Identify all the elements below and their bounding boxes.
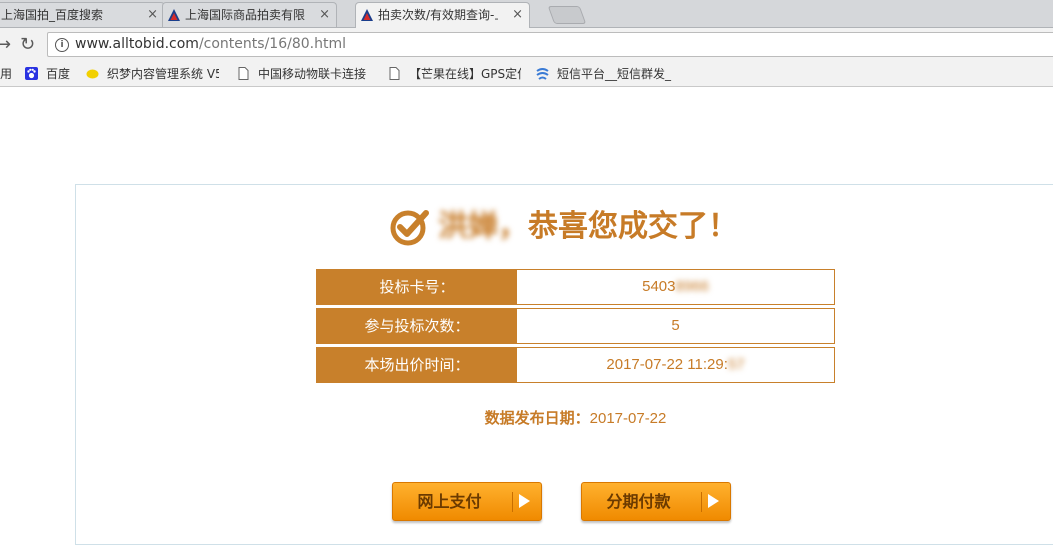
bookmark-label: 织梦内容管理系统 V5 xyxy=(107,67,219,81)
row-bid-count: 参与投标次数： 5 xyxy=(316,308,835,344)
browser-toolbar: → ↻ i www.alltobid.com/contents/16/80.ht… xyxy=(0,28,1053,62)
baidu-paw-icon xyxy=(25,67,38,80)
bookmarks-bar: 用 百度 织梦内容管理系统 V5 中国移动物联卡连接 【芒果在线】GPS定位 短… xyxy=(0,62,1053,87)
bookmark-label: 中国移动物联卡连接 xyxy=(258,67,367,81)
close-icon[interactable]: × xyxy=(512,3,523,27)
auction-logo-icon xyxy=(168,9,180,21)
page-icon xyxy=(238,67,249,80)
tab-title: 上海国拍_百度搜索 xyxy=(1,8,104,22)
row-bid-card-number: 投标卡号： 54038966 xyxy=(316,269,835,305)
divider xyxy=(701,492,702,512)
bookmark-label: 用 xyxy=(0,67,13,81)
bookmark-dedecms[interactable]: 织梦内容管理系统 V5 xyxy=(86,66,219,82)
info-icon[interactable]: i xyxy=(55,38,69,52)
url-path: /contents/16/80.html xyxy=(198,36,346,52)
row-value: 5 xyxy=(517,309,834,343)
headline-text: 洪婵，恭喜您成交了！ xyxy=(438,210,738,243)
auction-logo-icon xyxy=(361,9,373,21)
value-visible: 5 xyxy=(671,317,680,334)
button-label: 网上支付 xyxy=(417,492,482,511)
bookmark-gps[interactable]: 【芒果在线】GPS定位 xyxy=(388,66,521,82)
tab-strip: 上海国拍_百度搜索 × 上海国际商品拍卖有限公 × 拍卖次数/有效期查询-上 × xyxy=(0,0,1053,28)
row-value: 2017-07-22 11:29:57 xyxy=(517,348,834,382)
row-label: 投标卡号： xyxy=(317,270,517,304)
divider xyxy=(512,492,513,512)
page-icon xyxy=(389,67,400,80)
tab-baidu-search[interactable]: 上海国拍_百度搜索 × xyxy=(0,2,165,27)
row-label: 参与投标次数： xyxy=(317,309,517,343)
url-text: www.alltobid.com/contents/16/80.html xyxy=(75,33,346,56)
row-label: 本场出价时间： xyxy=(317,348,517,382)
lemon-icon xyxy=(86,69,99,79)
play-arrow-icon xyxy=(519,494,530,508)
bookmark-label: 短信平台__短信群发_ xyxy=(557,67,672,81)
release-value: 2017-07-22 xyxy=(589,410,667,427)
tab-title: 拍卖次数/有效期查询-上 xyxy=(378,8,498,22)
check-circle-icon xyxy=(390,210,429,246)
installment-button[interactable]: 分期付款 xyxy=(581,482,731,521)
address-bar[interactable]: i www.alltobid.com/contents/16/80.html xyxy=(47,32,1053,57)
forward-icon[interactable]: → xyxy=(0,35,11,55)
button-label: 分期付款 xyxy=(606,492,671,511)
value-visible: 5403 xyxy=(642,278,676,295)
tab-title: 上海国际商品拍卖有限公 xyxy=(185,8,305,22)
value-masked: 8966 xyxy=(675,278,709,295)
sms-logo-icon xyxy=(536,68,549,80)
bookmark-baidu[interactable]: 百度 xyxy=(25,66,70,82)
bookmark-apps[interactable]: 用 xyxy=(0,66,12,82)
reload-icon[interactable]: ↻ xyxy=(20,35,35,55)
bookmark-sms[interactable]: 短信平台__短信群发_ xyxy=(536,66,671,82)
online-pay-button[interactable]: 网上支付 xyxy=(392,482,542,521)
row-value: 54038966 xyxy=(517,270,834,304)
value-visible: 2017-07-22 11:29: xyxy=(606,356,728,373)
winner-name: 洪婵 xyxy=(438,210,498,243)
bookmark-iot-card[interactable]: 中国移动物联卡连接 xyxy=(237,66,370,82)
row-bid-time: 本场出价时间： 2017-07-22 11:29:57 xyxy=(316,347,835,383)
new-tab-button[interactable] xyxy=(547,6,587,24)
release-date: 数据发布日期：2017-07-22 xyxy=(316,406,835,431)
release-label: 数据发布日期： xyxy=(484,409,590,427)
url-host: www.alltobid.com xyxy=(75,36,199,52)
play-arrow-icon xyxy=(708,494,719,508)
close-icon[interactable]: × xyxy=(147,3,158,27)
tab-query-active[interactable]: 拍卖次数/有效期查询-上 × xyxy=(355,2,530,28)
close-icon[interactable]: × xyxy=(319,3,330,27)
bookmark-label: 【芒果在线】GPS定位 xyxy=(409,67,521,81)
value-masked: 57 xyxy=(727,356,745,373)
bookmark-label: 百度 xyxy=(46,67,71,81)
congrats-message: 恭喜您成交了！ xyxy=(528,210,738,243)
tab-alltobid-company[interactable]: 上海国际商品拍卖有限公 × xyxy=(162,2,337,27)
